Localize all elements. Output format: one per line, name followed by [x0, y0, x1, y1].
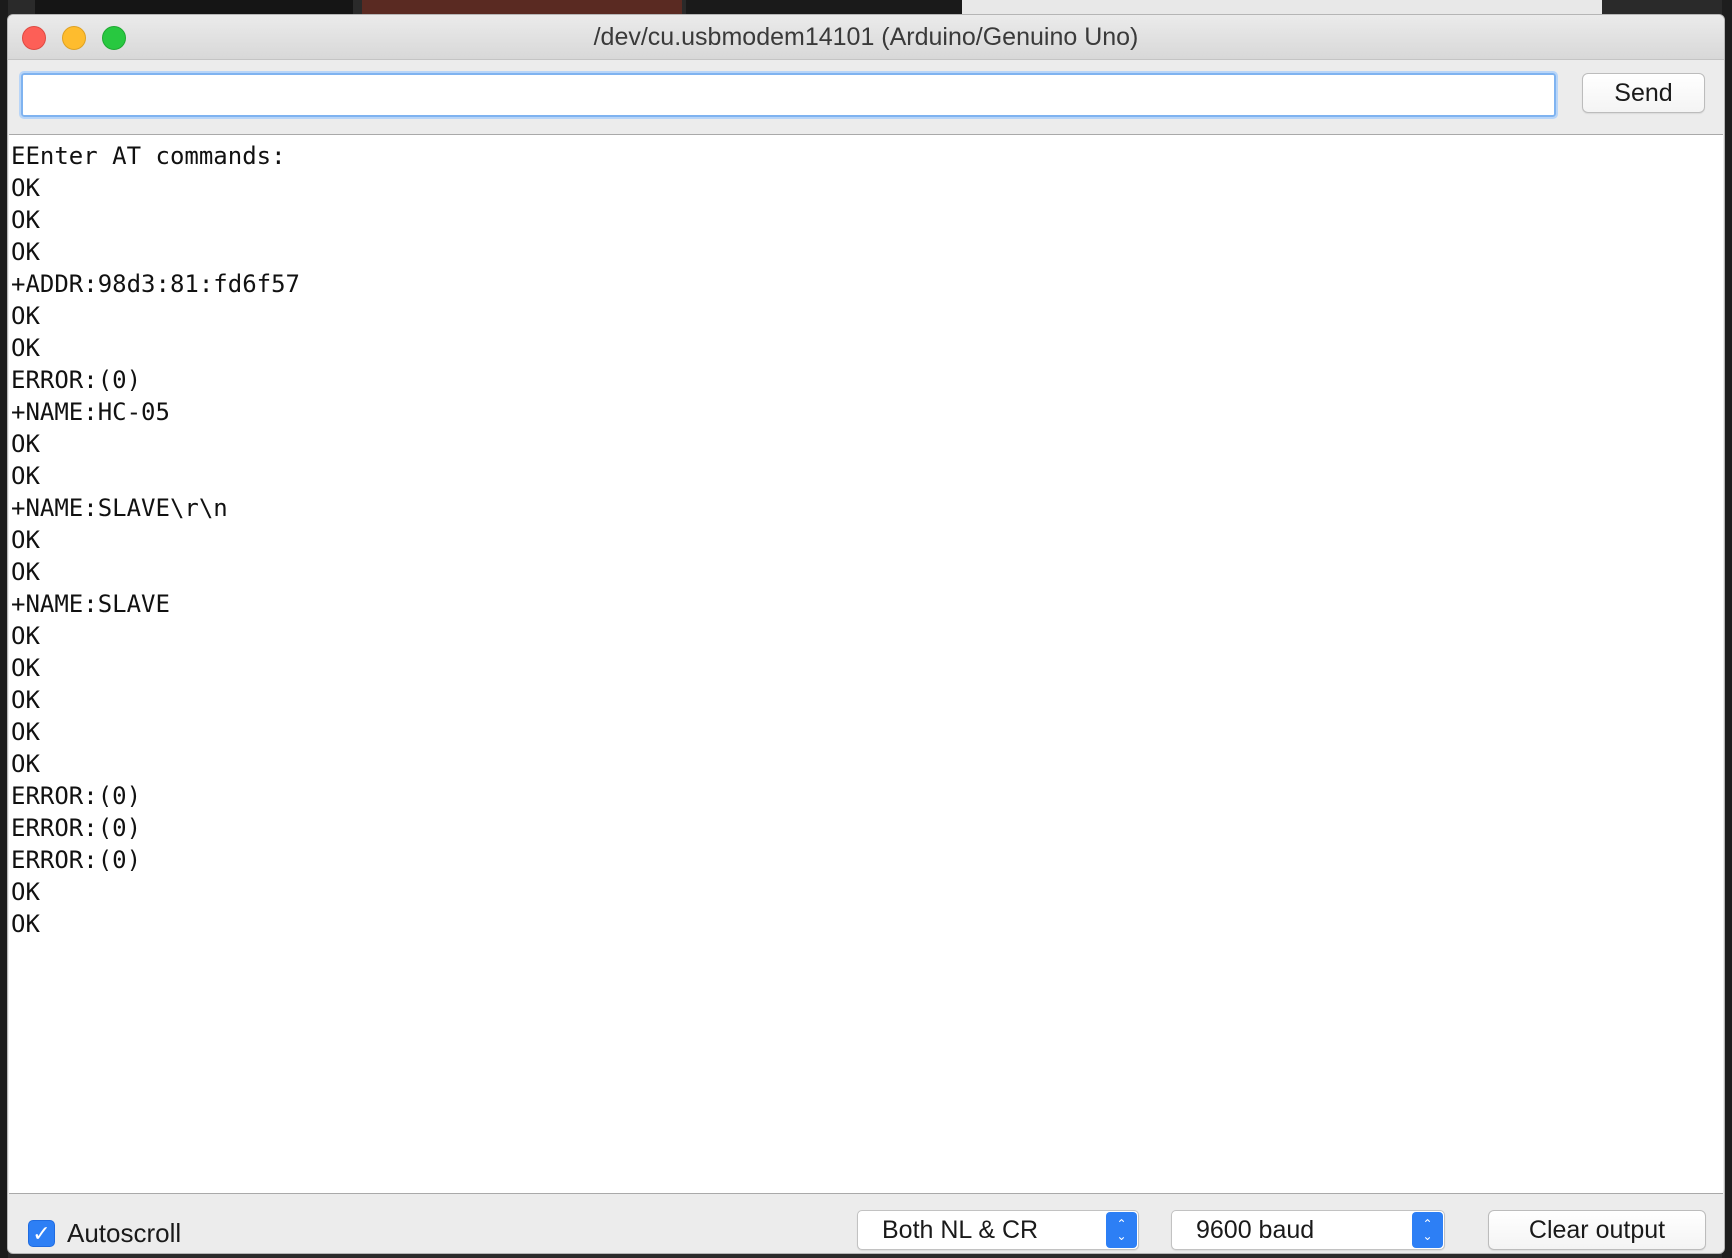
output-line: OK	[11, 622, 40, 650]
background-window-strip	[35, 0, 353, 14]
output-line: OK	[11, 334, 40, 362]
serial-input[interactable]	[19, 71, 1558, 119]
output-line: OK	[11, 910, 40, 938]
background-window-strip	[962, 0, 1602, 14]
autoscroll-checkbox[interactable]: ✓	[28, 1220, 55, 1247]
output-line: ERROR:(0)	[11, 366, 142, 394]
background-window-strip	[362, 0, 682, 14]
output-line: OK	[11, 430, 40, 458]
background-window-strip	[686, 0, 962, 14]
output-line: OK	[11, 462, 40, 490]
autoscroll-label: Autoscroll	[67, 1218, 182, 1248]
window-title: /dev/cu.usbmodem14101 (Arduino/Genuino U…	[593, 23, 1139, 51]
output-line: +ADDR:98d3:81:fd6f57	[11, 270, 300, 298]
status-bar: ✓ Autoscroll Both NL & CR ⌃ ⌄ 9600 baud ⌃…	[8, 1195, 1724, 1253]
line-ending-select[interactable]: Both NL & CR ⌃ ⌄	[857, 1210, 1139, 1250]
send-button[interactable]: Send	[1582, 73, 1705, 113]
output-line: OK	[11, 718, 40, 746]
output-line: OK	[11, 206, 40, 234]
output-lines: EEnter AT commands: OK OK OK +ADDR:98d3:81:f…	[11, 140, 300, 940]
output-line: OK	[11, 302, 40, 330]
line-ending-value: Both NL & CR	[882, 1216, 1039, 1244]
title-bar[interactable]: /dev/cu.usbmodem14101 (Arduino/Genuino U…	[8, 15, 1724, 60]
serial-output[interactable]: EEnter AT commands: OK OK OK +ADDR:98d3:81:f…	[9, 134, 1723, 1194]
output-line: ERROR:(0)	[11, 846, 142, 874]
output-line: +NAME:SLAVE\r\n	[11, 494, 228, 522]
output-line: EEnter AT commands:	[11, 142, 286, 170]
autoscroll-toggle[interactable]: ✓ Autoscroll	[28, 1218, 181, 1249]
baud-rate-select[interactable]: 9600 baud ⌃ ⌄	[1171, 1210, 1445, 1250]
output-line: OK	[11, 654, 40, 682]
output-line: OK	[11, 238, 40, 266]
output-line: OK	[11, 558, 40, 586]
output-line: +NAME:HC-05	[11, 398, 170, 426]
checkmark-icon: ✓	[32, 1220, 51, 1246]
output-line: ERROR:(0)	[11, 782, 142, 810]
output-line: ERROR:(0)	[11, 814, 142, 842]
clear-output-button[interactable]: Clear output	[1488, 1210, 1706, 1250]
output-line: OK	[11, 686, 40, 714]
chevron-up-down-icon: ⌃ ⌄	[1412, 1212, 1443, 1248]
output-line: OK	[11, 750, 40, 778]
output-line: +NAME:SLAVE	[11, 590, 170, 618]
output-line: OK	[11, 526, 40, 554]
chevron-up-down-icon: ⌃ ⌄	[1106, 1212, 1137, 1248]
output-line: OK	[11, 174, 40, 202]
baud-rate-value: 9600 baud	[1196, 1216, 1315, 1244]
output-line: OK	[11, 878, 40, 906]
serial-monitor-window: /dev/cu.usbmodem14101 (Arduino/Genuino U…	[7, 14, 1725, 1254]
